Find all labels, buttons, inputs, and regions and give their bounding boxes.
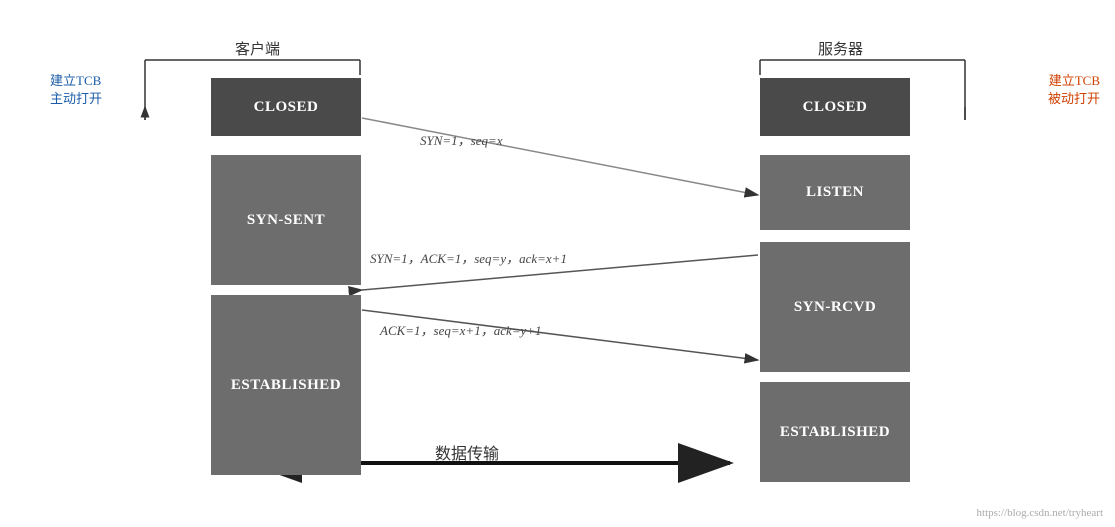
diagram-container: 客户端 服务器 建立TCB 主动打开 建立TCB 被动打开 CLOSED CLO… bbox=[0, 0, 1115, 527]
msg2-label: SYN=1，ACK=1，seq=y，ack=x+1 bbox=[370, 248, 567, 267]
data-transfer-label: 数据传输 bbox=[435, 440, 499, 464]
watermark: https://blog.csdn.net/tryheart bbox=[977, 507, 1103, 519]
listen-box: LISTEN bbox=[760, 155, 910, 230]
server-closed-box: CLOSED bbox=[760, 78, 910, 136]
left-side-label: 建立TCB 主动打开 bbox=[50, 72, 102, 108]
client-header: 客户端 bbox=[235, 38, 280, 59]
msg3-label: ACK=1，seq=x+1，ack=y+1 bbox=[380, 320, 542, 339]
server-header: 服务器 bbox=[818, 38, 863, 59]
right-side-label: 建立TCB 被动打开 bbox=[1048, 72, 1100, 108]
server-established-box: ESTABLISHED bbox=[760, 382, 910, 482]
msg1-label: SYN=1，seq=x bbox=[420, 130, 503, 149]
client-closed-box: CLOSED bbox=[211, 78, 361, 136]
client-established-box: ESTABLISHED bbox=[211, 295, 361, 475]
syn-sent-box: SYN-SENT bbox=[211, 155, 361, 285]
syn-rcvd-box: SYN-RCVD bbox=[760, 242, 910, 372]
